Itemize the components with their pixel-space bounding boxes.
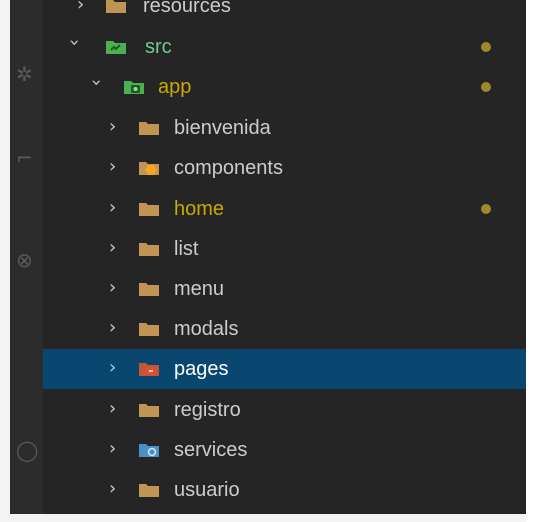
tree-item-label: components xyxy=(174,157,283,179)
chevron-right-icon: › xyxy=(109,357,117,378)
tree-item-label: home xyxy=(174,198,225,220)
account-icon[interactable]: ◯ xyxy=(16,438,38,462)
folder-icon xyxy=(139,404,159,417)
activity-bar: ✲ ⌐ ⊗ ◯ xyxy=(10,0,43,514)
extensions-icon[interactable]: ✲ xyxy=(16,62,33,86)
tree-item-bienvenida[interactable]: › bienvenida xyxy=(43,108,526,148)
tree-item-label: src xyxy=(145,36,172,58)
tree-item-label: bienvenida xyxy=(174,117,271,139)
chevron-right-icon: › xyxy=(109,438,117,459)
folder-icon xyxy=(106,0,126,13)
chevron-right-icon: › xyxy=(109,398,117,419)
screenshot-frame-right xyxy=(526,0,534,522)
folder-components-icon xyxy=(139,162,159,175)
tree-item-label: modals xyxy=(174,318,239,340)
folder-icon xyxy=(139,323,159,336)
tree-item-list[interactable]: › list xyxy=(43,229,526,269)
tree-item-label: services xyxy=(174,439,248,461)
chevron-down-icon: › xyxy=(86,79,107,87)
tree-item-label: registro xyxy=(174,399,241,421)
chevron-right-icon: › xyxy=(109,237,117,258)
explorer-tree: › resources › src › app › bienvenida › c… xyxy=(43,0,526,514)
folder-pages-icon xyxy=(139,363,159,376)
tree-item-src[interactable]: › src xyxy=(43,27,526,67)
folder-icon xyxy=(139,203,159,216)
tree-item-app[interactable]: › app xyxy=(43,67,526,107)
folder-icon xyxy=(139,283,159,296)
tree-item-services[interactable]: › services xyxy=(43,430,526,470)
tree-item-components[interactable]: › components xyxy=(43,148,526,188)
modified-indicator xyxy=(481,42,491,52)
tree-item-usuario[interactable]: › usuario xyxy=(43,470,526,510)
chevron-right-icon: › xyxy=(109,116,117,137)
tree-item-label: list xyxy=(174,238,199,260)
chevron-right-icon: › xyxy=(109,317,117,338)
folder-icon xyxy=(139,484,159,497)
tree-item-label: pages xyxy=(174,358,229,380)
screenshot-frame-bottom xyxy=(10,514,526,522)
tree-item-label: app xyxy=(158,76,192,98)
folder-services-icon xyxy=(139,444,159,457)
folder-icon xyxy=(139,122,159,135)
tree-item-modals[interactable]: › modals xyxy=(43,309,526,349)
tree-item-label: resources xyxy=(143,0,231,17)
tree-item-label: menu xyxy=(174,278,225,300)
chevron-down-icon: › xyxy=(64,39,85,47)
chevron-right-icon: › xyxy=(109,197,117,218)
folder-icon xyxy=(139,243,159,256)
modified-indicator xyxy=(481,82,491,92)
tree-item-label: usuario xyxy=(174,479,240,501)
chevron-right-icon: › xyxy=(77,0,85,15)
tree-item-home[interactable]: › home xyxy=(43,189,526,229)
run-debug-icon[interactable]: ⊗ xyxy=(16,248,33,272)
chevron-right-icon: › xyxy=(109,478,117,499)
modified-indicator xyxy=(481,204,491,214)
tree-item-menu[interactable]: › menu xyxy=(43,269,526,309)
tree-item-pages[interactable]: › pages xyxy=(43,349,526,389)
folder-src-icon xyxy=(106,41,126,54)
chevron-right-icon: › xyxy=(109,277,117,298)
chevron-right-icon: › xyxy=(109,156,117,177)
source-control-icon[interactable]: ⌐ xyxy=(16,146,33,170)
folder-app-icon xyxy=(124,81,144,94)
tree-item-registro[interactable]: › registro xyxy=(43,390,526,430)
tree-item-resources[interactable]: › resources xyxy=(43,0,526,26)
screenshot-frame-left xyxy=(0,0,10,522)
